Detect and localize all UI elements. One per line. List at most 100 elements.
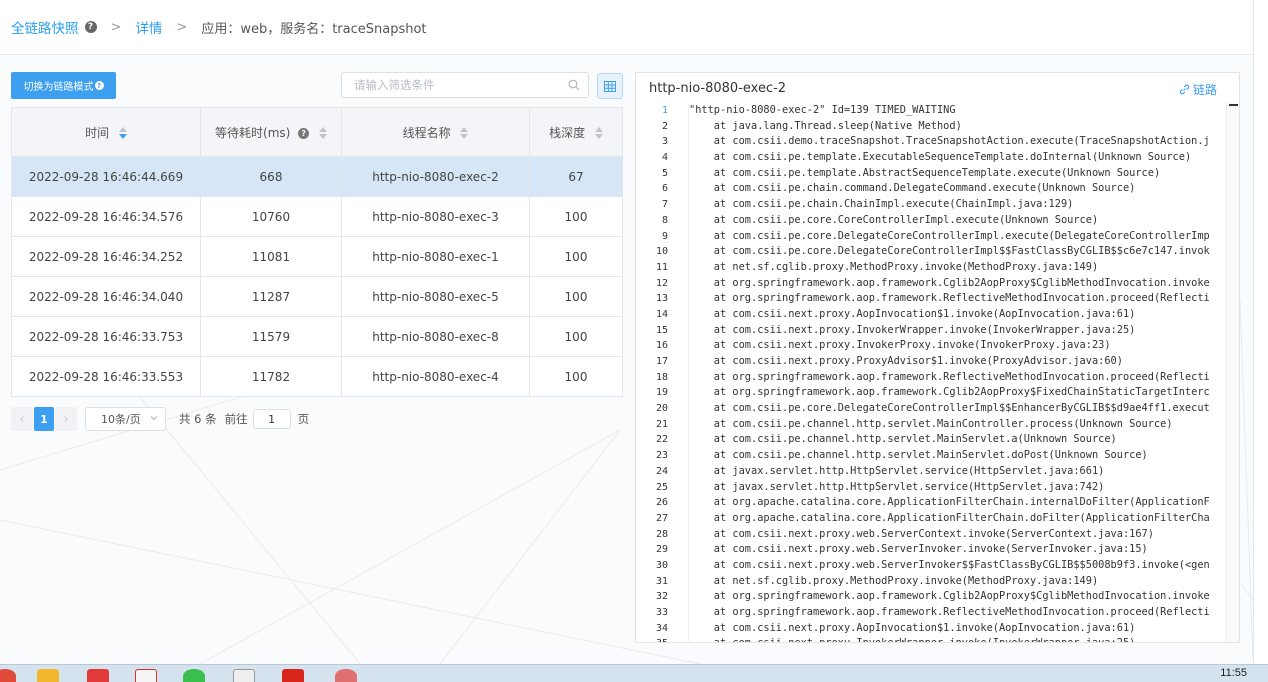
switch-mode-button[interactable]: 切换为链路模式 ? xyxy=(11,72,116,99)
chevron-right-icon: > xyxy=(110,19,122,35)
line-number: 16 xyxy=(655,340,668,352)
breadcrumb-root[interactable]: 全链路快照 xyxy=(11,17,79,37)
code-line: 34 at com.csii.next.proxy.AopInvocation$… xyxy=(636,621,1223,637)
table-row[interactable]: 2022-09-28 16:46:34.252 11081 http-nio-8… xyxy=(11,236,623,277)
line-number: 9 xyxy=(661,230,668,242)
table-row[interactable]: 2022-09-28 16:46:33.753 11579 http-nio-8… xyxy=(11,316,623,357)
page-size-select[interactable]: 10条/页 xyxy=(85,407,166,431)
sort-icon[interactable] xyxy=(594,127,603,139)
line-number: 2 xyxy=(661,120,668,132)
line-number: 23 xyxy=(655,450,668,462)
cell-depth: 100 xyxy=(529,276,623,317)
code-line: 30 at com.csii.next.proxy.web.ServerInvo… xyxy=(636,558,1223,574)
code-line-text: at com.csii.pe.chain.ChainImpl.execute(C… xyxy=(689,198,1074,211)
line-number: 19 xyxy=(655,387,668,399)
column-header-thread[interactable]: 线程名称 xyxy=(341,107,530,157)
breadcrumb-detail[interactable]: 详情 xyxy=(135,17,162,37)
folder-icon[interactable] xyxy=(37,669,59,682)
code-line-text: at com.csii.next.proxy.web.ServerContext… xyxy=(689,527,1154,540)
line-number: 13 xyxy=(655,293,668,305)
page-number-current[interactable]: 1 xyxy=(34,407,54,431)
cell-thread: http-nio-8080-exec-2 xyxy=(341,156,530,197)
sort-icon[interactable] xyxy=(118,127,127,139)
table-view-toggle[interactable] xyxy=(597,73,623,99)
chevron-down-icon xyxy=(150,416,158,421)
code-line: 21 at com.csii.pe.channel.http.servlet.M… xyxy=(636,417,1223,433)
line-number: 31 xyxy=(655,575,668,587)
code-line-text: at javax.servlet.http.HttpServlet.servic… xyxy=(689,480,1105,493)
code-line-text: at com.csii.pe.channel.http.servlet.Main… xyxy=(689,433,1117,446)
code-scrollbar[interactable] xyxy=(1226,103,1239,642)
code-line: 23 at com.csii.pe.channel.http.servlet.M… xyxy=(636,448,1223,464)
table-row[interactable]: 2022-09-28 16:46:34.040 11287 http-nio-8… xyxy=(11,276,623,317)
help-icon[interactable]: ? xyxy=(298,127,310,139)
notepad-icon[interactable] xyxy=(233,669,255,682)
column-header-time[interactable]: 时间 xyxy=(11,107,201,157)
stack-trace-code[interactable]: 1 "http-nio-8080-exec-2" Id=139 TIMED_WAI… xyxy=(636,103,1223,642)
column-header-depth[interactable]: 栈深度 xyxy=(529,107,623,157)
scrollbar-thumb[interactable] xyxy=(1229,104,1238,106)
column-header-wait[interactable]: 等待耗时(ms) ? xyxy=(200,107,342,157)
cell-thread: http-nio-8080-exec-4 xyxy=(341,356,530,397)
line-number: 20 xyxy=(655,403,668,415)
panel-title: http-nio-8080-exec-2 xyxy=(649,81,787,96)
cell-time: 2022-09-28 16:46:34.252 xyxy=(11,236,201,277)
table-row[interactable]: 2022-09-28 16:46:34.576 10760 http-nio-8… xyxy=(11,196,623,237)
trace-link-label: 链路 xyxy=(1192,83,1217,97)
pagination: ‹ 1 › 10条/页 共 6 条 前往 页 xyxy=(11,407,309,431)
line-number: 7 xyxy=(661,199,668,211)
sort-icon[interactable] xyxy=(460,127,469,139)
line-number: 34 xyxy=(655,622,668,634)
page-scrollbar[interactable] xyxy=(1253,0,1268,664)
line-number: 1 xyxy=(661,105,668,116)
cell-thread: http-nio-8080-exec-8 xyxy=(341,316,530,357)
code-line-text: "http-nio-8080-exec-2" Id=139 TIMED_WAIT… xyxy=(689,104,956,116)
code-line: 3 at com.csii.demo.traceSnapshot.TraceSn… xyxy=(636,134,1223,150)
table-row[interactable]: 2022-09-28 16:46:44.669 668 http-nio-808… xyxy=(11,156,623,197)
cell-wait: 11782 xyxy=(200,356,342,397)
pdf-icon[interactable] xyxy=(135,669,157,682)
code-line-text: at com.csii.pe.template.AbstractSequence… xyxy=(689,166,1161,179)
code-line: 20 at com.csii.pe.core.DelegateCoreContr… xyxy=(636,401,1223,417)
line-number: 14 xyxy=(655,308,668,320)
code-line-text: at org.apache.catalina.core.ApplicationF… xyxy=(689,511,1210,524)
code-line-text: at org.apache.catalina.core.ApplicationF… xyxy=(689,496,1210,509)
chrome-icon[interactable] xyxy=(0,669,16,682)
column-label: 等待耗时(ms) xyxy=(215,125,291,140)
code-line-text: at org.springframework.aop.framework.Cgl… xyxy=(689,590,1210,603)
cell-depth: 100 xyxy=(529,196,623,237)
line-number: 6 xyxy=(661,183,668,195)
column-label: 栈深度 xyxy=(549,125,586,140)
code-line: 35 at com.csii.next.proxy.InvokerWrapper… xyxy=(636,636,1223,642)
wechat-icon[interactable] xyxy=(183,669,205,682)
goto-label: 前往 xyxy=(224,412,248,426)
wps-icon[interactable] xyxy=(87,669,109,682)
goto-page-input[interactable] xyxy=(252,409,291,429)
code-line-text: at net.sf.cglib.proxy.MethodProxy.invoke… xyxy=(689,260,1099,273)
line-number: 24 xyxy=(655,465,668,477)
prev-page-button[interactable]: ‹ xyxy=(11,407,33,431)
trace-link[interactable]: 链路 xyxy=(1179,81,1217,98)
code-line-text: at com.csii.pe.channel.http.servlet.Main… xyxy=(689,449,1148,462)
search-icon[interactable] xyxy=(568,79,580,91)
sort-icon[interactable] xyxy=(318,127,327,139)
code-line: 5 at com.csii.pe.template.AbstractSequen… xyxy=(636,166,1223,182)
code-line: 15 at com.csii.next.proxy.InvokerWrapper… xyxy=(636,323,1223,339)
code-line: 32 at org.springframework.aop.framework.… xyxy=(636,589,1223,605)
code-line-text: at javax.servlet.http.HttpServlet.servic… xyxy=(689,464,1105,477)
column-label: 时间 xyxy=(85,125,110,140)
search-input[interactable] xyxy=(354,78,564,92)
code-line-text: at com.csii.next.proxy.AopInvocation$1.i… xyxy=(689,621,1136,634)
code-line-text: at com.csii.demo.traceSnapshot.TraceSnap… xyxy=(689,135,1210,148)
help-icon: ? xyxy=(94,81,104,90)
app-icon[interactable] xyxy=(282,669,304,682)
chevron-right-icon: > xyxy=(176,19,188,35)
stack-trace-panel: http-nio-8080-exec-2 链路 1 "http-nio-8080-… xyxy=(635,72,1240,643)
cell-wait: 11579 xyxy=(200,316,342,357)
code-line: 16 at com.csii.next.proxy.InvokerProxy.i… xyxy=(636,338,1223,354)
table-row[interactable]: 2022-09-28 16:46:33.553 11782 http-nio-8… xyxy=(11,356,623,397)
cell-wait: 668 xyxy=(200,156,342,197)
app-icon[interactable] xyxy=(335,669,357,682)
next-page-button[interactable]: › xyxy=(55,407,77,431)
help-icon[interactable]: ? xyxy=(84,21,97,33)
